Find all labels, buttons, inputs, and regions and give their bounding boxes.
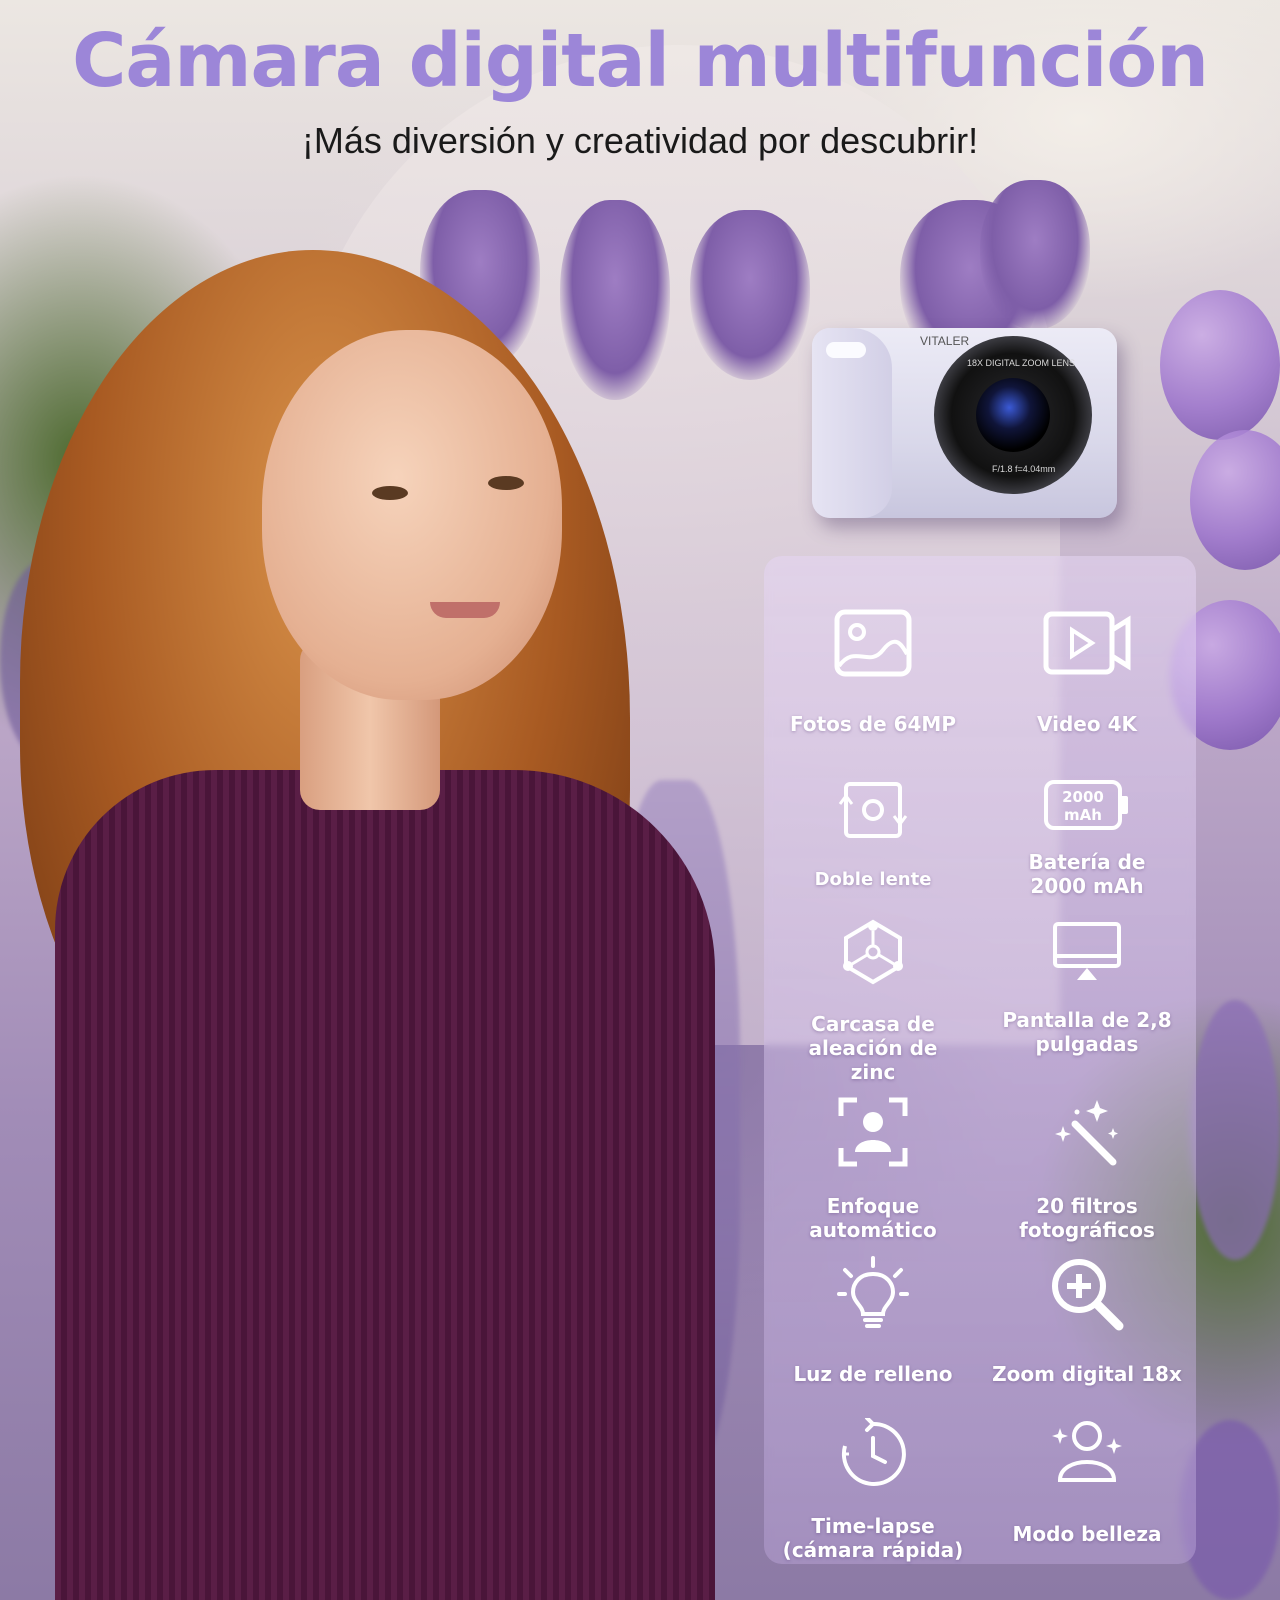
feature-digital-zoom: Zoom digital 18x <box>982 1256 1192 1386</box>
feature-label: Carcasa de aleación de zinc <box>808 1012 938 1084</box>
feature-photos: Fotos de 64MP <box>768 608 978 736</box>
woman-lips <box>430 602 500 618</box>
wisteria-cluster <box>690 210 810 380</box>
feature-fill-light: Luz de relleno <box>768 1256 978 1386</box>
feature-label: Pantalla de 2,8 pulgadas <box>1002 1008 1172 1056</box>
feature-beauty-mode: Modo belleza <box>982 1418 1192 1546</box>
battery-icon-unit: mAh <box>1064 806 1102 824</box>
zoom-icon <box>1052 1259 1124 1331</box>
magic-wand-icon <box>1055 1100 1118 1166</box>
camera-product-image: VITALER 18X DIGITAL ZOOM LENS F/1.8 f=4.… <box>812 328 1117 518</box>
feature-zinc-alloy: Carcasa de aleación de zinc <box>768 916 978 1084</box>
feature-label: Modo belleza <box>1012 1522 1162 1546</box>
feature-label: Luz de relleno <box>793 1362 953 1386</box>
camera-lens-spec: F/1.8 f=4.04mm <box>992 464 1056 474</box>
feature-autofocus: Enfoque automático <box>768 1096 978 1242</box>
zinc-alloy-icon <box>843 919 903 985</box>
feature-battery: 2000 mAh Batería de 2000 mAh <box>982 778 1192 898</box>
feature-video: Video 4K <box>982 608 1192 736</box>
wisteria-cluster <box>980 180 1090 330</box>
feature-label: Enfoque automático <box>809 1194 937 1242</box>
camera-lens-glass <box>976 378 1050 452</box>
screen-icon <box>1053 922 1121 980</box>
autofocus-icon <box>838 1097 908 1167</box>
page-title: Cámara digital multifunción <box>72 18 1209 104</box>
camera-brand: VITALER <box>920 334 970 348</box>
wisteria-cluster <box>560 200 670 400</box>
woman-face <box>262 330 562 700</box>
beauty-icon <box>1052 1421 1122 1482</box>
page-subtitle: ¡Más diversión y creatividad por descubr… <box>301 120 979 161</box>
feature-label: Time-lapse (cámara rápida) <box>782 1514 964 1562</box>
feature-label: 20 filtros fotográficos <box>1019 1194 1155 1242</box>
battery-icon: 2000 mAh <box>1044 780 1128 830</box>
woman-eye <box>488 476 524 490</box>
photo-icon <box>834 609 912 677</box>
feature-label: Doble lente <box>814 869 932 890</box>
features-panel: Fotos de 64MP Video 4K Doble lente 2000 … <box>764 556 1196 1564</box>
woman-sweater <box>55 770 715 1600</box>
video-icon <box>1043 611 1131 675</box>
battery-icon-value: 2000 <box>1062 788 1104 806</box>
timer-icon <box>841 1418 906 1486</box>
camera-lens-text: 18X DIGITAL ZOOM LENS <box>967 358 1076 368</box>
feature-label: Zoom digital 18x <box>992 1362 1182 1386</box>
flower-bush <box>1190 1000 1280 1260</box>
balloon <box>1190 430 1280 570</box>
feature-label: Video 4K <box>1037 712 1137 736</box>
feature-dual-lens: Doble lente <box>768 778 978 892</box>
feature-label: Fotos de 64MP <box>790 712 956 736</box>
balloon <box>1160 290 1280 440</box>
feature-time-lapse: Time-lapse (cámara rápida) <box>768 1418 978 1562</box>
feature-screen: Pantalla de 2,8 pulgadas <box>982 920 1192 1056</box>
dual-lens-icon <box>838 782 908 838</box>
camera-flash <box>826 342 866 358</box>
feature-filters: 20 filtros fotográficos <box>982 1096 1192 1242</box>
light-bulb-icon <box>837 1256 909 1328</box>
feature-label: Batería de 2000 mAh <box>1028 850 1146 898</box>
woman-eye <box>372 486 408 500</box>
